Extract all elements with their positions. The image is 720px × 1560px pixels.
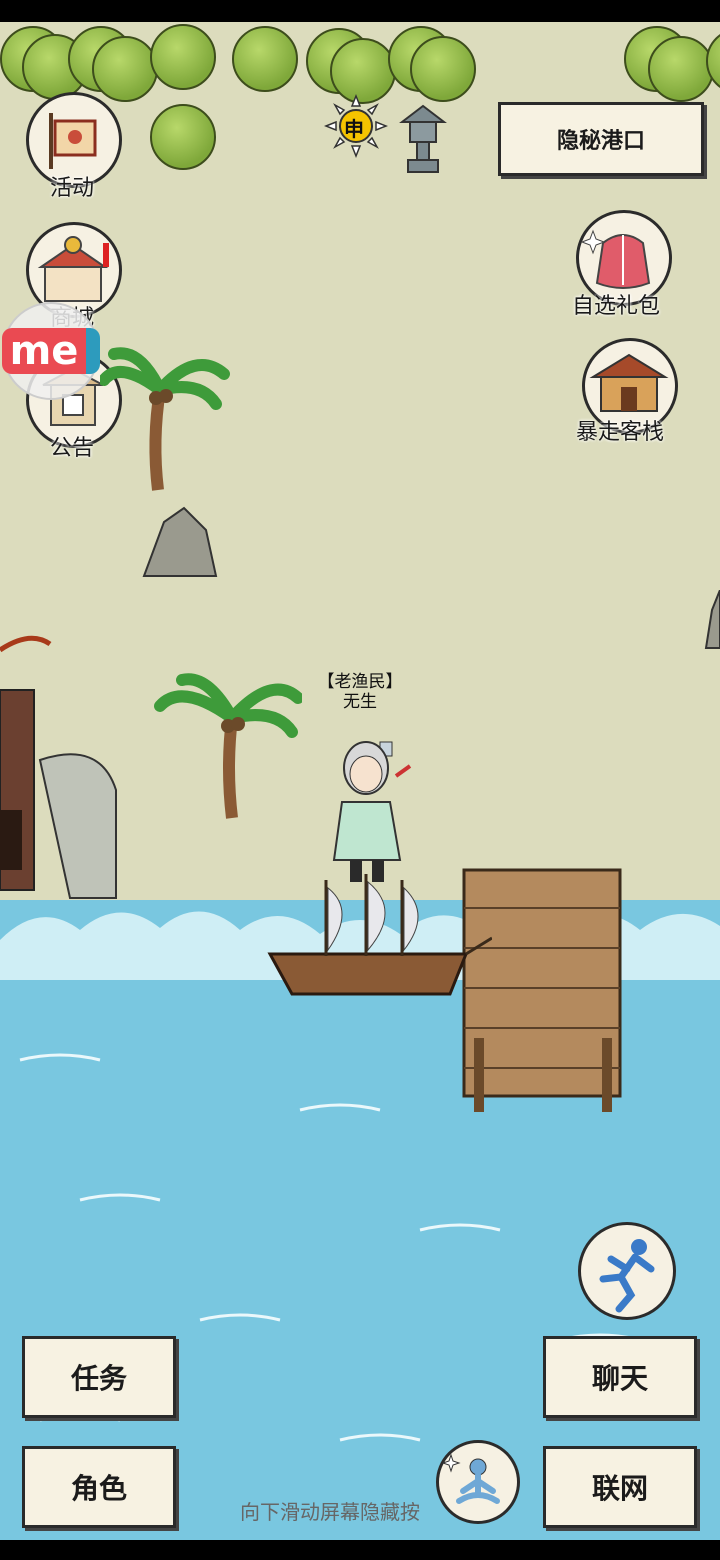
running-person-icon [599, 1239, 655, 1313]
activity-label: 活动 [50, 176, 95, 201]
palm-tree-icon [154, 673, 302, 819]
pagoda-tower-icon [0, 635, 117, 899]
chat-button[interactable]: 聊天 [543, 1336, 697, 1418]
gift-pack-label: 自选礼包 [572, 294, 661, 319]
sprint-button[interactable] [578, 1222, 676, 1320]
network-button[interactable]: 联网 [543, 1446, 697, 1528]
npc-name: 无生 [343, 692, 377, 712]
npc-character[interactable] [322, 720, 422, 888]
location-label[interactable]: 隐秘港口 [498, 102, 704, 176]
rock-icon [142, 506, 218, 577]
notice-label: 公告 [50, 436, 95, 461]
role-button[interactable]: 角色 [22, 1446, 176, 1528]
palm-tree-icon [100, 347, 230, 491]
rock-icon [704, 590, 720, 649]
navigation-bar [0, 1540, 720, 1560]
task-button[interactable]: 任务 [22, 1336, 176, 1418]
npc-title: 【老渔民】 [317, 672, 403, 692]
floating-app-logo[interactable]: me [1, 302, 101, 400]
inn-label: 暴走客栈 [576, 420, 665, 445]
npc-nameplate: 【老渔民】 无生 [300, 672, 420, 712]
status-bar [0, 0, 720, 22]
stone-lantern-icon [399, 104, 447, 173]
time-badge-text: 申 [344, 117, 364, 141]
sailing-ship[interactable] [266, 870, 492, 1000]
game-scene[interactable]: 申 隐秘港口 活动 商城 公告 me [0, 0, 720, 1560]
scroll-hint-text: 向下滑动屏幕隐藏按 [240, 1500, 420, 1524]
time-of-day-indicator: 申 [323, 93, 389, 159]
meditation-icon [441, 1453, 500, 1504]
me-logo-text: me [1, 328, 101, 374]
meditate-button[interactable] [436, 1440, 520, 1524]
